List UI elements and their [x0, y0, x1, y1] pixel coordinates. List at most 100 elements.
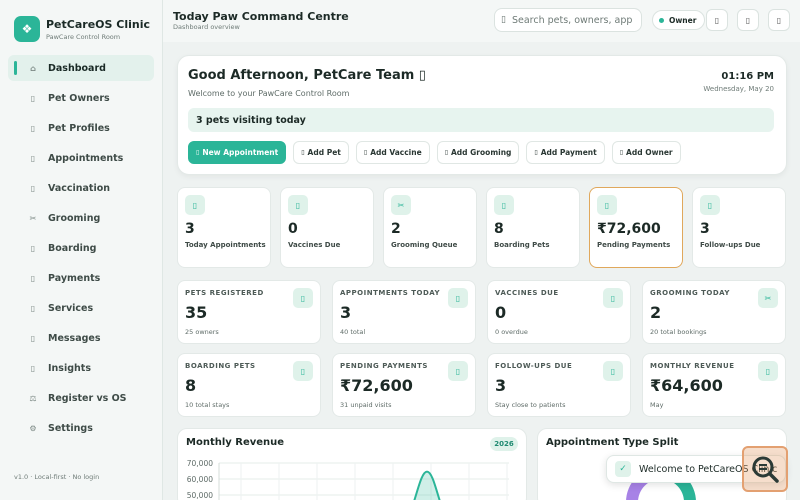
stat-tile-vaccines-due[interactable]: ▯ 0 Vaccines Due [280, 187, 374, 268]
metric-card-grooming-today[interactable]: GROOMING TODAY 2 20 total bookings ✂ [642, 280, 786, 344]
metric-card-pets-registered[interactable]: PETS REGISTERED 35 25 owners ▯ [177, 280, 321, 344]
moon-icon: ▯ [745, 15, 751, 25]
search-box[interactable]: ▯ [494, 8, 642, 32]
users-icon: ▯ [30, 93, 36, 103]
sidebar-item-appointments[interactable]: ▯ Appointments [8, 145, 154, 171]
greeting: Good Afternoon, PetCare Team ▯ [188, 68, 426, 83]
stat-value: 3 [700, 221, 710, 237]
metric-card-pending-payments[interactable]: PENDING PAYMENTS ₹72,600 31 unpaid visit… [332, 353, 476, 417]
sidebar-item-pet-profiles[interactable]: ▯ Pet Profiles [8, 115, 154, 141]
new-appointment-button[interactable]: ▯ New Appointment [188, 141, 287, 164]
theme-toggle-button[interactable]: ▯ [737, 9, 759, 31]
plus-icon: ▯ [363, 149, 368, 156]
metric-value: 2 [650, 303, 662, 322]
house-icon: ▯ [494, 195, 514, 215]
visiting-banner: 3 pets visiting today [188, 108, 774, 132]
metric-sub: Stay close to patients [495, 401, 566, 409]
sidebar-item-messages[interactable]: ▯ Messages [8, 325, 154, 351]
metric-card-appointments-today[interactable]: APPOINTMENTS TODAY 3 40 total ▯ [332, 280, 476, 344]
stat-label: Grooming Queue [391, 241, 458, 249]
button-label: Add Grooming [451, 148, 512, 157]
sidebar-item-vaccination[interactable]: ▯ Vaccination [8, 175, 154, 201]
bell-icon: ▯ [700, 195, 720, 215]
metric-card-vaccines-due[interactable]: VACCINES DUE 0 0 overdue ▯ [487, 280, 631, 344]
stat-label: Follow-ups Due [700, 241, 761, 249]
chart-icon: ▯ [30, 363, 36, 373]
sidebar-item-services[interactable]: ▯ Services [8, 295, 154, 321]
stat-tile-boarding-pets[interactable]: ▯ 8 Boarding Pets [486, 187, 580, 268]
year-badge[interactable]: 2026 [490, 437, 518, 451]
syringe-icon: ▯ [288, 195, 308, 215]
paw-icon: ❖ [14, 16, 40, 42]
scissors-icon: ✂ [29, 213, 37, 223]
add-grooming-button[interactable]: ▯ Add Grooming [436, 141, 520, 164]
sidebar-item-label: Pet Owners [48, 92, 110, 104]
house-icon: ▯ [293, 361, 313, 381]
role-badge[interactable]: Owner [652, 10, 706, 30]
sidebar-item-boarding[interactable]: ▯ Boarding [8, 235, 154, 261]
welcome-text: Welcome to your PawCare Control Room [188, 89, 350, 98]
menu-button[interactable]: ▯ [768, 9, 790, 31]
stat-tile-follow-ups-due[interactable]: ▯ 3 Follow-ups Due [692, 187, 786, 268]
assistant-button[interactable] [742, 446, 788, 492]
scissors-icon: ✂ [391, 195, 411, 215]
stat-label: Vaccines Due [288, 241, 341, 249]
quick-actions: ▯ New Appointment ▯ Add Pet ▯ Add Vaccine ▯… [188, 141, 688, 164]
sidebar-item-payments[interactable]: ▯ Payments [8, 265, 154, 291]
status-dot [659, 17, 664, 23]
stat-value: 3 [185, 221, 195, 237]
metric-sub: 25 owners [185, 328, 219, 336]
add-payment-button[interactable]: ▯ Add Payment [526, 141, 605, 164]
metric-card-monthly-revenue[interactable]: MONTHLY REVENUE ₹64,600 May ▯ [642, 353, 786, 417]
sidebar-item-register-vs-os[interactable]: ⚖ Register vs OS [8, 385, 154, 411]
metric-sub: May [650, 401, 664, 409]
metric-card-boarding-pets[interactable]: BOARDING PETS 8 10 total stays ▯ [177, 353, 321, 417]
stat-tile-pending-payments[interactable]: ▯ ₹72,600 Pending Payments [589, 187, 683, 268]
metric-card-follow-ups-due[interactable]: FOLLOW-UPS DUE 3 Stay close to patients … [487, 353, 631, 417]
y-tick-label: 70,000 [187, 459, 213, 468]
magnifier-icon [752, 456, 779, 483]
sidebar-item-label: Settings [48, 422, 93, 434]
sidebar-item-settings[interactable]: ⚙ Settings [8, 415, 154, 441]
sidebar-item-insights[interactable]: ▯ Insights [8, 355, 154, 381]
revenue-area [413, 470, 441, 500]
house-icon: ▯ [30, 243, 36, 253]
sidebar-item-dashboard[interactable]: ⌂ Dashboard [8, 55, 154, 81]
plus-icon: ▯ [444, 149, 448, 156]
metric-sub: 20 total bookings [650, 328, 707, 336]
sidebar-item-label: Grooming [48, 212, 101, 224]
metric-value: 8 [185, 376, 197, 395]
calendar-icon: ▯ [448, 288, 468, 308]
metric-sub: 31 unpaid visits [340, 401, 392, 409]
page-subtitle: Dashboard overview [173, 23, 240, 31]
add-vaccine-button[interactable]: ▯ Add Vaccine [355, 141, 430, 164]
stat-value: ₹72,600 [597, 221, 661, 237]
plus-icon: ▯ [196, 149, 200, 156]
stat-tile-grooming-queue[interactable]: ✂ 2 Grooming Queue [383, 187, 477, 268]
metric-value: 0 [495, 303, 507, 322]
calendar-icon: ▯ [185, 195, 205, 215]
brand[interactable]: ❖ PetCareOS Clinic PawCare Control Room [14, 16, 150, 42]
metric-title: FOLLOW-UPS DUE [495, 362, 573, 370]
sidebar-item-label: Register vs OS [48, 392, 127, 404]
metric-value: 3 [340, 303, 352, 322]
sidebar-item-label: Pet Profiles [48, 122, 110, 134]
search-input[interactable] [511, 14, 632, 26]
y-tick-label: 50,000 [187, 491, 213, 500]
add-owner-button[interactable]: ▯ Add Owner [611, 141, 681, 164]
sidebar-item-grooming[interactable]: ✂ Grooming [8, 205, 154, 231]
bell-icon: ▯ [603, 361, 623, 381]
button-label: Add Owner [626, 148, 673, 157]
sidebar-item-label: Vaccination [48, 182, 111, 194]
top-bar: Today Paw Command Centre Dashboard overv… [163, 0, 800, 42]
card-icon: ▯ [30, 273, 36, 283]
add-pet-button[interactable]: ▯ Add Pet [293, 141, 349, 164]
syringe-icon: ▯ [603, 288, 623, 308]
role-label: Owner [669, 15, 697, 25]
bell-icon: ▯ [714, 15, 720, 25]
stat-tile-today-appointments[interactable]: ▯ 3 Today Appointments [177, 187, 271, 268]
metric-value: 35 [185, 303, 208, 322]
stat-label: Today Appointments [185, 241, 266, 249]
notifications-button[interactable]: ▯ [706, 9, 728, 31]
sidebar-item-pet-owners[interactable]: ▯ Pet Owners [8, 85, 154, 111]
